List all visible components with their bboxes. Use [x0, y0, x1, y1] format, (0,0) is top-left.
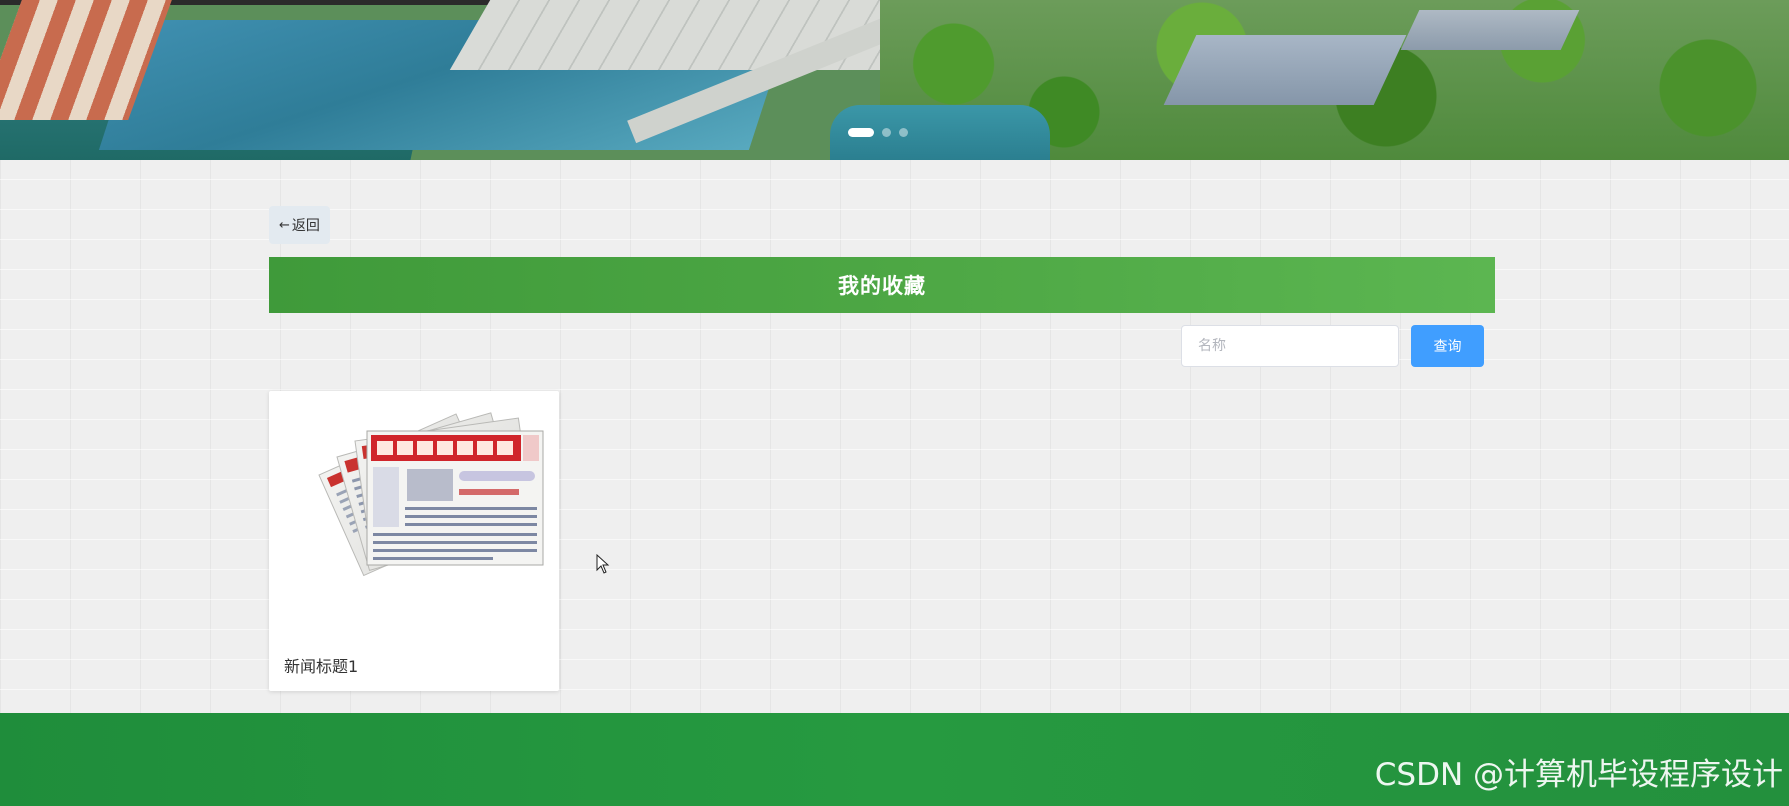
page-title-bar: 我的收藏 [269, 257, 1495, 313]
name-search-input[interactable] [1181, 325, 1399, 367]
carousel-indicator-3[interactable] [899, 128, 908, 137]
arrow-left-icon: ← [279, 217, 290, 233]
banner-carousel [0, 0, 1789, 160]
newspaper-image [318, 412, 544, 577]
banner-scene-roof [1163, 35, 1407, 105]
carousel-indicator-2[interactable] [882, 128, 891, 137]
favorite-card-title: 新闻标题1 [284, 657, 359, 676]
banner-scene-roof [1400, 10, 1580, 50]
page-title: 我的收藏 [838, 274, 926, 298]
favorite-card[interactable]: 新闻标题1 [269, 391, 559, 691]
search-button-label: 查询 [1433, 338, 1462, 354]
back-button[interactable]: ← 返回 [269, 206, 330, 244]
carousel-indicator-1[interactable] [848, 128, 874, 137]
back-button-label: 返回 [291, 218, 320, 234]
mouse-cursor-icon [596, 554, 610, 574]
footer: CSDN @计算机毕设程序设计 [0, 713, 1789, 806]
watermark-text: CSDN @计算机毕设程序设计 [1374, 757, 1783, 793]
carousel-indicators [848, 128, 908, 137]
search-button[interactable]: 查询 [1411, 325, 1484, 367]
